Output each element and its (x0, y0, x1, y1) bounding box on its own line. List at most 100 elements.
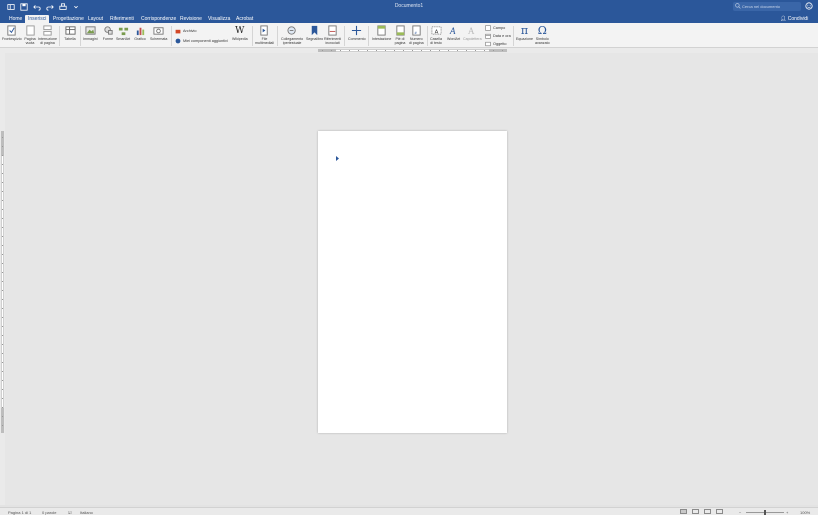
blank-page-button[interactable]: Pagina vuota (24, 25, 36, 45)
equation-button[interactable]: π Equazione (516, 24, 533, 41)
web-layout-view-icon[interactable] (692, 509, 699, 514)
field-label: Campo (493, 26, 506, 30)
tab-home[interactable]: Home (6, 15, 25, 23)
ribbon-separator (277, 26, 278, 46)
ruler-tick (2, 200, 3, 201)
pictures-button[interactable]: Immagini (83, 25, 98, 41)
cross-reference-button[interactable]: Riferimenti incrociati (324, 25, 341, 45)
online-media-button[interactable]: File multimediali (255, 25, 274, 45)
page-number-button[interactable]: # Numero di pagina (409, 25, 424, 45)
bookmark-button[interactable]: Segnalibro (306, 25, 323, 41)
date-time-button[interactable]: Data e ora (485, 33, 511, 39)
wikipedia-button[interactable]: W Wikipedia (232, 25, 248, 42)
my-addins-label: Miei componenti aggiuntivi (183, 39, 228, 43)
omega-icon: Ω (537, 24, 547, 37)
table-label: Tabella (64, 37, 76, 41)
cross-reference-icon (327, 25, 339, 36)
hyperlink-button[interactable]: Collegamento ipertestuale (281, 25, 303, 45)
smartart-label: SmartArt (116, 37, 131, 41)
cover-page-button[interactable]: Frontespizio (2, 25, 22, 41)
tab-visualizza[interactable]: Visualizza (205, 15, 233, 23)
ruler-tick (2, 299, 3, 300)
cover-page-label: Frontespizio (2, 37, 22, 41)
ruler-tick (349, 50, 350, 51)
document-page[interactable] (318, 131, 507, 433)
blank-page-label: Pagina vuota (24, 37, 36, 45)
object-icon (485, 41, 491, 47)
text-box-button[interactable]: A Casella di testo (430, 25, 442, 45)
ribbon-separator (344, 26, 345, 46)
text-box-label: Casella di testo (430, 37, 442, 45)
smartart-button[interactable]: SmartArt (116, 25, 130, 41)
search-input[interactable]: Cerca nel documento (733, 2, 801, 11)
ruler-tick (2, 173, 3, 174)
header-button[interactable]: Intestazione (372, 25, 391, 41)
text-cursor-icon (336, 156, 339, 161)
outline-view-icon[interactable] (704, 509, 711, 514)
cross-reference-label: Riferimenti incrociati (324, 37, 342, 45)
zoom-out-icon[interactable]: − (739, 510, 741, 515)
object-button[interactable]: Oggetto (485, 41, 507, 47)
feedback-smiley-icon[interactable] (805, 2, 813, 10)
share-button[interactable]: 👤︎ Condividi (780, 15, 808, 23)
table-button[interactable]: Tabella (64, 25, 76, 41)
ruler-tick (2, 317, 3, 318)
ruler-tick (430, 50, 431, 51)
ruler-tick (340, 50, 341, 51)
store-button[interactable]: Archivio (175, 28, 197, 34)
pictures-label: Immagini (83, 37, 98, 41)
ruler-tick (2, 245, 3, 246)
tab-acrobat[interactable]: Acrobat (233, 15, 256, 23)
wordart-button[interactable]: A WordArt (447, 25, 460, 41)
footer-button[interactable]: Piè di pagina (394, 25, 406, 45)
ruler-tick (376, 50, 377, 51)
tab-layout[interactable]: Layout (85, 15, 106, 23)
language[interactable]: Italiano (80, 510, 93, 515)
zoom-level[interactable]: 100% (800, 510, 810, 515)
proofing-icon[interactable]: ☑︎ (68, 510, 72, 515)
ribbon-separator (80, 26, 81, 46)
word-count[interactable]: 0 parole (42, 510, 56, 515)
search-placeholder: Cerca nel documento (742, 4, 781, 9)
chart-button[interactable]: Grafico (134, 25, 146, 41)
drop-cap-button[interactable]: A Capolettera (463, 25, 482, 41)
page-break-button[interactable]: Interruzione di pagina (38, 25, 57, 45)
page-break-icon (41, 25, 53, 36)
advanced-symbol-label: Simbolo avanzato (535, 37, 550, 45)
page-number-icon: # (410, 25, 422, 36)
ruler-tick (2, 272, 3, 273)
page-count[interactable]: Pagina 1 di 1 (8, 510, 31, 515)
ruler-tick (2, 380, 3, 381)
tab-revisione[interactable]: Revisione (177, 15, 205, 23)
wikipedia-label: Wikipedia (232, 37, 248, 41)
draft-view-icon[interactable] (716, 509, 723, 514)
pi-icon: π (520, 24, 529, 37)
ruler-tick (385, 50, 386, 51)
svg-text:A: A (468, 26, 475, 36)
ruler-tick (2, 362, 3, 363)
ruler-tick (2, 263, 3, 264)
field-button[interactable]: Campo (485, 25, 505, 31)
tab-inserisci[interactable]: Inserisci (25, 15, 50, 23)
ribbon-inserisci: Frontespizio Pagina vuota Interruzione d… (0, 23, 818, 48)
zoom-slider-thumb[interactable] (764, 510, 766, 515)
tab-corrispondenze[interactable]: Corrispondenze (138, 15, 179, 23)
ruler-tick (2, 425, 3, 426)
screenshot-button[interactable]: Schermata (150, 25, 167, 41)
equation-label: Equazione (516, 37, 533, 41)
ruler-tick (2, 236, 3, 237)
vertical-ruler-track (1, 131, 4, 433)
ruler-tick (403, 50, 404, 51)
ruler-tick (394, 50, 395, 51)
shapes-button[interactable]: Forme (102, 25, 114, 41)
tab-progettazione[interactable]: Progettazione (50, 15, 87, 23)
comment-button[interactable]: Commento (348, 25, 366, 41)
search-icon (735, 3, 741, 9)
my-addins-button[interactable]: Miei componenti aggiuntivi (175, 38, 228, 44)
vertical-ruler-bottom-margin (1, 408, 4, 433)
print-layout-view-icon[interactable] (680, 509, 687, 514)
zoom-in-icon[interactable]: + (786, 510, 788, 515)
advanced-symbol-button[interactable]: Ω Simbolo avanzato (535, 24, 550, 45)
tab-riferimenti[interactable]: Riferimenti (107, 15, 137, 23)
chart-label: Grafico (134, 37, 146, 41)
